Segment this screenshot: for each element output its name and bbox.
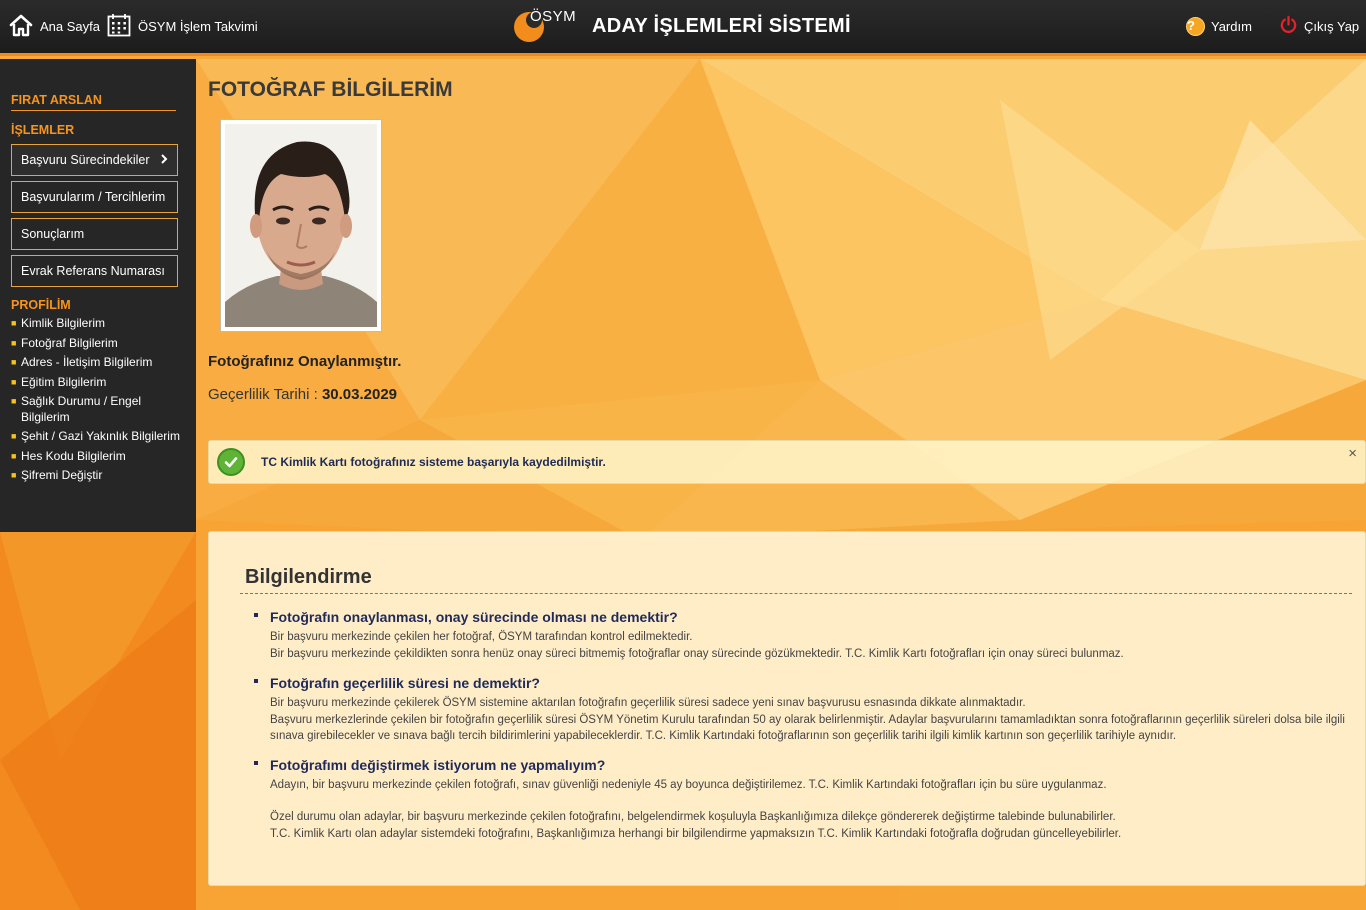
faq-item: Fotoğrafımı değiştirmek istiyorum ne yap…: [246, 757, 1357, 843]
faq-item: Fotoğrafın geçerlilik süresi ne demektir…: [246, 675, 1357, 745]
home-link[interactable]: Ana Sayfa: [8, 0, 100, 52]
faq-answer: Bir başvuru merkezinde çekilerek ÖSYM si…: [270, 695, 1350, 745]
bullet-icon: ■: [11, 337, 17, 348]
sidebar-link-fotograf[interactable]: ■ Fotoğraf Bilgilerim: [11, 336, 185, 352]
sidebar-link-label: Sağlık Durumu / Engel Bilgilerim: [21, 394, 142, 424]
profile-photo: [220, 119, 382, 332]
info-title: Bilgilendirme: [240, 566, 1352, 594]
bullet-icon: ■: [11, 396, 17, 406]
logo-text: ÖSYM: [530, 8, 577, 25]
calendar-label: ÖSYM İşlem Takvimi: [138, 18, 258, 34]
logout-label: Çıkış Yap: [1304, 18, 1360, 34]
bullet-icon: ■: [11, 357, 17, 367]
sidebar-button-label: Başvurularım / Tercihlerim: [21, 190, 166, 204]
alert-message: TC Kimlik Kartı fotoğrafınız sisteme baş…: [261, 455, 606, 469]
sidebar: FIRAT ARSLAN İŞLEMLER Başvuru Sürecindek…: [0, 59, 196, 532]
faq-answer-line: Bir başvuru merkezinde çekilen her fotoğ…: [270, 631, 693, 643]
bullet-icon: ■: [11, 470, 17, 480]
sidebar-link-sifre[interactable]: ■ Şifremi Değiştir: [11, 468, 185, 484]
sidebar-link-egitim[interactable]: ■ Eğitim Bilgilerim: [11, 375, 185, 391]
faq-answer-line: Başvuru merkezlerinde çekilen bir fotoğr…: [270, 713, 1345, 743]
profile-title: PROFİLİM: [11, 298, 71, 312]
sidebar-link-kimlik[interactable]: ■ Kimlik Bilgilerim: [11, 316, 185, 332]
bullet-icon: ■: [11, 318, 17, 328]
bullet-icon: ■: [11, 431, 17, 441]
sidebar-link-label: Kimlik Bilgilerim: [21, 316, 106, 330]
sidebar-link-label: Hes Kodu Bilgilerim: [21, 448, 126, 463]
close-icon[interactable]: ×: [1348, 445, 1357, 462]
bullet-icon: [254, 760, 258, 765]
sidebar-link-hes-kodu[interactable]: ■ Hes Kodu Bilgilerim: [11, 449, 185, 465]
validity-label: Geçerlilik Tarihi :: [208, 386, 318, 403]
user-name: FIRAT ARSLAN: [11, 93, 176, 111]
bullet-icon: [254, 613, 258, 617]
validity-info: Geçerlilik Tarihi : 30.03.2029: [208, 386, 397, 403]
bullet-icon: ■: [11, 376, 17, 387]
bullet-icon: [254, 679, 258, 683]
approval-status: Fotoğrafınız Onaylanmıştır.: [208, 353, 402, 370]
help-label: Yardım: [1211, 18, 1252, 34]
check-icon: [217, 448, 245, 476]
faq-question: Fotoğrafımı değiştirmek istiyorum ne yap…: [270, 756, 606, 773]
osym-logo: ÖSYM: [512, 6, 586, 46]
sidebar-button-sonuclarim[interactable]: Sonuçlarım: [11, 218, 178, 250]
faq-answer: Adayın, bir başvuru merkezinde çekilen f…: [270, 777, 1350, 843]
help-link[interactable]: ? Yardım: [1186, 0, 1252, 52]
sidebar-button-basvurularim[interactable]: Başvurularım / Tercihlerim: [11, 181, 178, 213]
sidebar-link-label: Şifremi Değiştir: [21, 468, 103, 482]
validity-date: 30.03.2029: [321, 386, 398, 403]
faq-question: Fotoğrafın onaylanması, onay sürecinde o…: [270, 609, 678, 625]
sidebar-button-label: Başvuru Sürecindekiler: [21, 153, 150, 167]
help-icon: ?: [1186, 16, 1205, 36]
sidebar-link-label: Eğitim Bilgilerim: [21, 374, 107, 389]
sidebar-link-sehit-gazi[interactable]: ■ Şehit / Gazi Yakınlık Bilgilerim: [11, 429, 185, 445]
success-alert: TC Kimlik Kartı fotoğrafınız sisteme baş…: [208, 440, 1366, 484]
page-title: FOTOĞRAF BİLGİLERİM: [208, 78, 453, 101]
faq-question: Fotoğrafın geçerlilik süresi ne demektir…: [270, 675, 540, 691]
faq-answer-line: Bir başvuru merkezinde çekilerek ÖSYM si…: [270, 697, 1026, 709]
calendar-link[interactable]: ÖSYM İşlem Takvimi: [106, 0, 258, 52]
calendar-icon: [106, 12, 132, 41]
top-navigation-bar: Ana Sayfa ÖSYM İşlem Takvimi ÖSYM ADAY İ…: [0, 0, 1366, 56]
faq-answer-line: Bir başvuru merkezinde çekildikten sonra…: [270, 647, 1124, 660]
info-panel: Bilgilendirme Fotoğrafın onaylanması, on…: [208, 531, 1366, 886]
power-icon: [1279, 15, 1298, 37]
faq-answer: Bir başvuru merkezinde çekilen her fotoğ…: [270, 629, 1350, 662]
sidebar-button-label: Evrak Referans Numarası: [21, 264, 165, 278]
sidebar-button-evrak-referans[interactable]: Evrak Referans Numarası: [11, 255, 178, 287]
faq-answer-line: T.C. Kimlik Kartı olan adaylar sistemdek…: [270, 827, 1122, 840]
sidebar-link-label: Fotoğraf Bilgilerim: [21, 335, 118, 350]
portrait-image: [225, 124, 377, 327]
operations-title: İŞLEMLER: [11, 123, 75, 137]
home-icon: [8, 12, 34, 41]
sidebar-link-label: Adres - İletişim Bilgilerim: [21, 355, 153, 369]
faq-item: Fotoğrafın onaylanması, onay sürecinde o…: [246, 609, 1357, 662]
faq-answer-line: Özel durumu olan adaylar, bir başvuru me…: [270, 811, 1116, 823]
sidebar-button-label: Sonuçlarım: [21, 227, 85, 241]
logout-link[interactable]: Çıkış Yap: [1279, 0, 1359, 52]
sidebar-link-saglik[interactable]: ■ Sağlık Durumu / Engel Bilgilerim: [11, 394, 185, 425]
sidebar-link-adres[interactable]: ■ Adres - İletişim Bilgilerim: [11, 355, 185, 371]
home-label: Ana Sayfa: [40, 18, 100, 34]
sidebar-link-label: Şehit / Gazi Yakınlık Bilgilerim: [21, 429, 180, 443]
brand[interactable]: ÖSYM ADAY İŞLEMLERİ SİSTEMİ: [512, 6, 851, 46]
bullet-icon: ■: [11, 450, 17, 461]
system-title: ADAY İŞLEMLERİ SİSTEMİ: [592, 14, 851, 37]
sidebar-button-basvuru-surecindekiler[interactable]: Başvuru Sürecindekiler: [11, 144, 178, 176]
chevron-right-icon: [160, 153, 168, 167]
faq-answer-line: Adayın, bir başvuru merkezinde çekilen f…: [270, 778, 1107, 791]
